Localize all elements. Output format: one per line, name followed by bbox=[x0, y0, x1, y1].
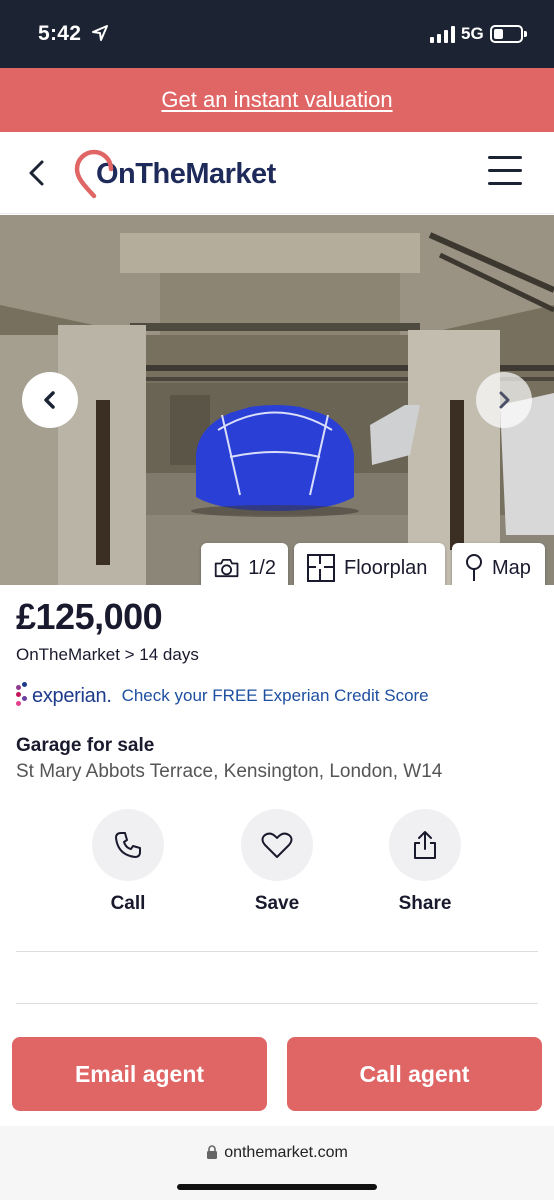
logo-pin-icon bbox=[74, 149, 114, 199]
battery-icon bbox=[490, 25, 527, 43]
heart-icon bbox=[261, 832, 293, 858]
listing-source[interactable]: OnTheMarket > 14 days bbox=[16, 645, 199, 665]
chevron-right-icon bbox=[499, 391, 510, 409]
property-address: St Mary Abbots Terrace, Kensington, Lond… bbox=[16, 761, 443, 782]
url-text: onthemarket.com bbox=[224, 1144, 348, 1161]
share-label: Share bbox=[398, 893, 452, 914]
hamburger-menu-icon[interactable] bbox=[488, 156, 522, 186]
experian-banner[interactable]: experian. Check your FREE Experian Credi… bbox=[16, 681, 429, 711]
divider bbox=[16, 1003, 538, 1004]
garage-photo bbox=[0, 215, 554, 585]
photo-counter-chip[interactable]: 1/2 bbox=[201, 543, 288, 585]
floorplan-label: Floorplan bbox=[344, 556, 428, 579]
save-button[interactable]: Save bbox=[232, 809, 322, 915]
call-agent-button[interactable]: Call agent bbox=[287, 1037, 542, 1111]
onthemarket-logo[interactable]: OnTheMarket bbox=[74, 148, 276, 200]
floorplan-icon bbox=[307, 554, 335, 582]
map-pin-icon bbox=[466, 554, 482, 581]
floorplan-chip[interactable]: Floorplan bbox=[294, 543, 445, 585]
experian-credit-score-link[interactable]: Check your FREE Experian Credit Score bbox=[122, 686, 429, 706]
photo-counter: 1/2 bbox=[248, 556, 276, 579]
home-indicator[interactable] bbox=[177, 1184, 377, 1190]
experian-brand: experian. bbox=[32, 684, 112, 707]
location-arrow-icon bbox=[92, 25, 108, 41]
save-label: Save bbox=[254, 893, 300, 914]
share-button[interactable]: Share bbox=[380, 809, 470, 915]
call-label: Call bbox=[110, 893, 146, 914]
previous-photo-button[interactable] bbox=[22, 372, 78, 428]
logo-text: OnTheMarket bbox=[96, 157, 276, 190]
signal-icon bbox=[430, 26, 456, 43]
map-label: Map bbox=[492, 556, 531, 579]
experian-logo-icon bbox=[16, 682, 30, 710]
chevron-left-icon bbox=[44, 391, 55, 409]
status-bar: 5:42 5G bbox=[0, 0, 554, 68]
listing-price: £125,000 bbox=[16, 596, 163, 637]
phone-icon bbox=[115, 832, 141, 858]
property-photo-gallery[interactable]: 1/2 Floorplan Map bbox=[0, 215, 554, 585]
lock-icon bbox=[207, 1145, 218, 1159]
property-type: Garage for sale bbox=[16, 735, 155, 756]
divider bbox=[16, 951, 538, 952]
status-time: 5:42 bbox=[38, 22, 82, 45]
site-header: OnTheMarket bbox=[0, 132, 554, 214]
network-type: 5G bbox=[461, 24, 484, 43]
back-chevron-icon[interactable] bbox=[26, 156, 50, 190]
next-photo-button[interactable] bbox=[476, 372, 532, 428]
call-button[interactable]: Call bbox=[83, 809, 173, 915]
share-icon bbox=[414, 831, 436, 859]
promo-banner: Get an instant valuation bbox=[0, 68, 554, 132]
camera-icon bbox=[214, 558, 239, 578]
instant-valuation-link[interactable]: Get an instant valuation bbox=[161, 87, 392, 113]
map-chip[interactable]: Map bbox=[452, 543, 545, 585]
email-agent-button[interactable]: Email agent bbox=[12, 1037, 267, 1111]
